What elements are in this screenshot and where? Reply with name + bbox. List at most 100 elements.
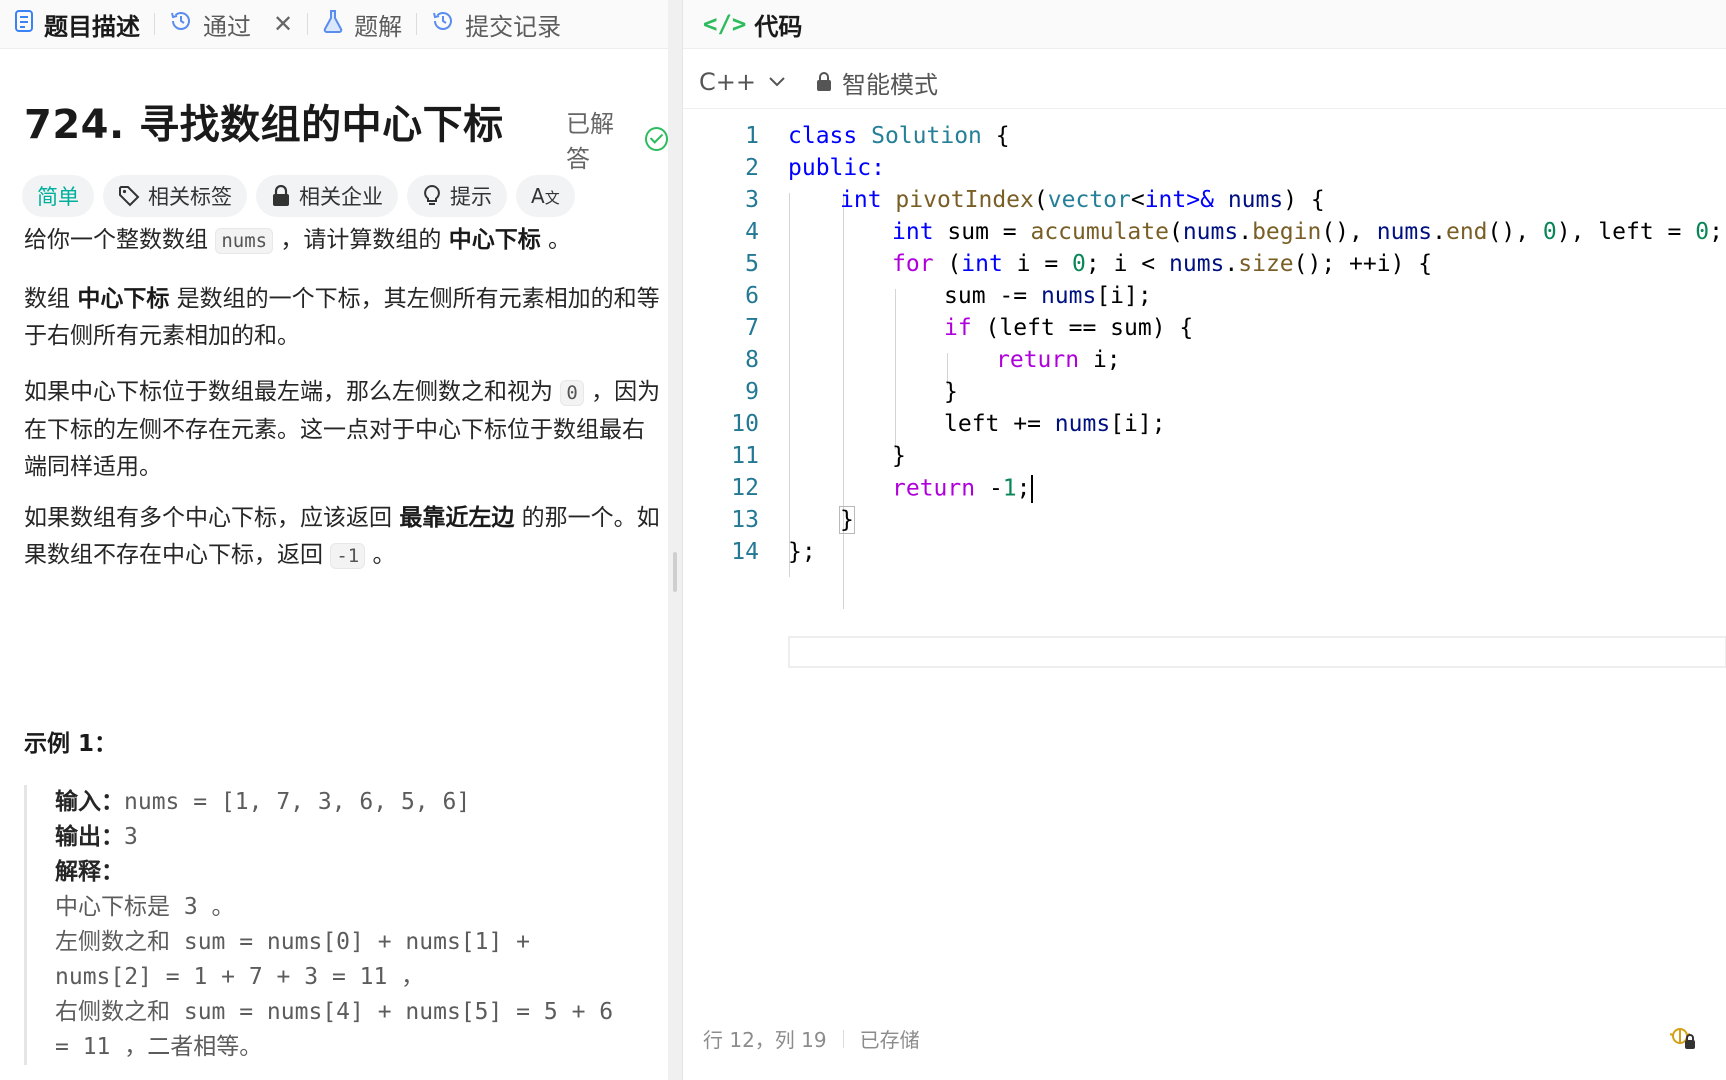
- panel-resizer[interactable]: [668, 0, 682, 1080]
- output-label: 输出：: [55, 824, 124, 850]
- hint-button[interactable]: 提示: [407, 175, 507, 217]
- function-name: size: [1238, 251, 1294, 277]
- difficulty-badge[interactable]: 简单: [22, 175, 94, 217]
- tab-passed-label: 通过: [203, 12, 251, 41]
- line-number: 1: [745, 123, 759, 149]
- code-text: (),: [1487, 219, 1543, 245]
- type-name: Solution: [871, 123, 982, 149]
- line-number: 14: [731, 539, 759, 565]
- number: 0: [1542, 219, 1557, 245]
- example-heading: 示例 1：: [24, 731, 118, 757]
- smart-mode-toggle[interactable]: 智能模式: [816, 65, 938, 100]
- save-status: 已存储: [859, 1028, 920, 1052]
- code-text: (),: [1321, 219, 1377, 245]
- variable: nums: [1169, 251, 1225, 277]
- input-label: 输入：: [55, 789, 124, 815]
- hint-label: 提示: [450, 185, 492, 209]
- keyword: class: [788, 123, 858, 149]
- tab-submissions[interactable]: 提交记录: [417, 0, 575, 48]
- output-value: 3: [124, 824, 138, 850]
- text: 数组: [24, 286, 78, 312]
- code-text: (: [1168, 219, 1183, 245]
- code-line: int sum = accumulate(nums.begin(), nums.…: [892, 219, 1723, 245]
- code-text: (: [933, 251, 962, 277]
- line-number: 3: [745, 187, 759, 213]
- bold-text: 最靠近左边: [399, 505, 515, 531]
- line-number: 6: [745, 283, 759, 309]
- language-select[interactable]: C++: [699, 68, 786, 96]
- current-line-highlight: [788, 636, 1726, 668]
- variable: nums: [1227, 187, 1284, 213]
- indent-guide: [789, 193, 790, 577]
- text: 如果数组有多个中心下标，应该返回: [24, 505, 400, 531]
- keyword: int: [840, 187, 882, 213]
- code-line: }: [944, 379, 958, 405]
- code-text: sum -=: [944, 283, 1041, 309]
- number: 0: [1695, 219, 1710, 245]
- translate-icon: A文: [531, 184, 560, 208]
- debug-icon[interactable]: [1667, 1024, 1697, 1056]
- code-text: .: [1238, 219, 1253, 245]
- history-icon: [169, 9, 193, 39]
- variable: nums: [1376, 219, 1433, 245]
- related-companies-button[interactable]: 相关企业: [256, 175, 398, 217]
- line-number: 8: [745, 347, 759, 373]
- solved-status: 已解答: [566, 104, 668, 174]
- control-keyword: if: [944, 315, 972, 341]
- tab-solutions[interactable]: 题解: [308, 0, 416, 48]
- code-text: (); ++i) {: [1293, 251, 1433, 277]
- inline-code: nums: [215, 228, 274, 254]
- explain-line: nums[2] = 1 + 7 + 3 = 11 ，: [55, 964, 425, 990]
- line-number: 10: [731, 411, 759, 437]
- tab-description[interactable]: 题目描述: [0, 0, 154, 48]
- variable: nums: [1054, 411, 1111, 437]
- function-name: accumulate: [1030, 219, 1169, 245]
- related-tags-label: 相关标签: [148, 185, 232, 209]
- check-circle-icon: [644, 127, 668, 151]
- flask-icon: [322, 9, 344, 39]
- code-text: i =: [1002, 251, 1073, 277]
- editor-toolbar: C++ 智能模式: [683, 56, 1726, 109]
- left-tab-bar: 题目描述 通过 ✕ 题解 提交记录: [0, 0, 668, 49]
- keyword: int: [1144, 187, 1187, 213]
- line-number: 2: [745, 155, 759, 181]
- code-text: (: [1033, 187, 1048, 213]
- smart-mode-label: 智能模式: [841, 70, 938, 99]
- variable: nums: [1182, 219, 1239, 245]
- example-block: 输入：nums = [1, 7, 3, 6, 5, 6] 输出：3 解释： 中心…: [24, 785, 695, 1065]
- problem-panel: 题目描述 通过 ✕ 题解 提交记录 724. 寻找数组的中心下标 已解答 简单 …: [0, 0, 668, 1080]
- close-icon[interactable]: ✕: [273, 10, 293, 38]
- text: ，请计算数组的: [273, 227, 449, 253]
- text: 。: [365, 542, 396, 568]
- explain-line: 中心下标是 3 。: [55, 894, 235, 920]
- text: 给你一个整数数组: [24, 227, 216, 253]
- translate-button[interactable]: A文: [516, 175, 575, 217]
- code-header: </> 代码: [683, 0, 1726, 49]
- matched-bracket: }: [839, 506, 855, 534]
- code-line: sum -= nums[i];: [944, 283, 1152, 309]
- problem-chips: 简单 相关标签 相关企业 提示 A文: [22, 175, 575, 217]
- code-text: .: [1224, 251, 1239, 277]
- code-text: .: [1432, 219, 1446, 245]
- input-value: nums = [1, 7, 3, 6, 5, 6]: [124, 789, 471, 815]
- language-label: C++: [699, 68, 756, 96]
- code-text: <: [1130, 187, 1145, 213]
- problem-title: 724. 寻找数组的中心下标: [24, 102, 504, 148]
- related-tags-button[interactable]: 相关标签: [103, 175, 247, 217]
- document-icon: [14, 9, 34, 39]
- code-line: return -1;: [892, 475, 1033, 503]
- line-number: 7: [745, 315, 759, 341]
- code-line: };: [788, 539, 816, 565]
- description-paragraph-3: 如果中心下标位于数组最左端，那么左侧数之和视为 0 ，因为在下标的左侧不存在元素…: [24, 374, 664, 486]
- tab-passed[interactable]: 通过 ✕: [155, 0, 307, 48]
- code-line: class Solution {: [788, 123, 1010, 149]
- code-text: ), left =: [1556, 219, 1696, 245]
- code-text: -: [975, 475, 1003, 502]
- cursor-position: 行 12，列 19: [703, 1028, 827, 1052]
- line-number: 11: [731, 443, 759, 469]
- code-text: {: [981, 123, 1010, 149]
- resize-handle[interactable]: [673, 552, 677, 592]
- line-number: 13: [731, 507, 759, 533]
- indent-guide: [843, 193, 844, 609]
- editor-status-bar: 行 12，列 19 已存储: [703, 1024, 920, 1053]
